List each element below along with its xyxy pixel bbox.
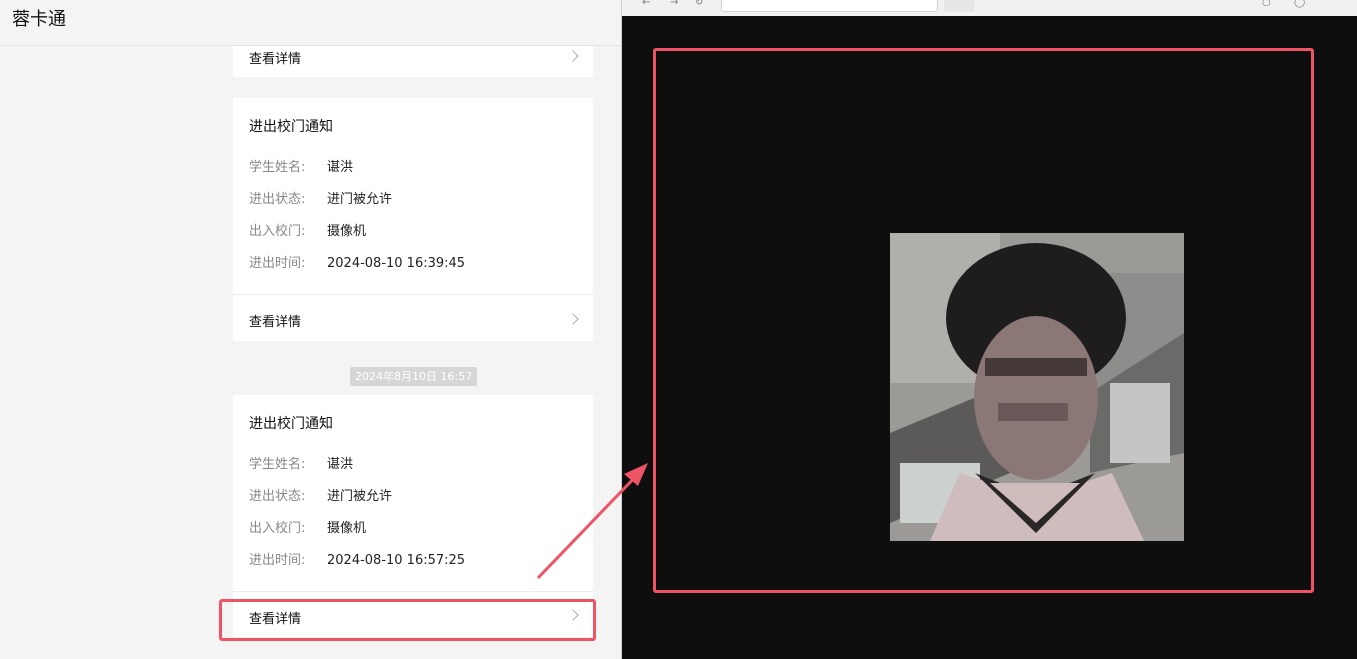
back-icon[interactable]: ← xyxy=(642,0,650,8)
snapshot-photo xyxy=(890,233,1184,541)
browser-toolbar: ← → ↻ ○ ◯ xyxy=(622,0,1357,16)
field-gate: 出入校门: 摄像机 xyxy=(249,224,367,239)
chevron-right-icon xyxy=(567,313,579,325)
card-title: 进出校门通知 xyxy=(249,416,333,432)
field-time: 进出时间: 2024-08-10 16:57:25 xyxy=(249,553,466,568)
field-status: 进出状态: 进门被允许 xyxy=(249,192,393,207)
divider xyxy=(233,591,593,592)
person-photo-image xyxy=(890,233,1184,541)
view-details-link[interactable]: 查看详情 xyxy=(249,311,301,330)
field-status: 进出状态: 进门被允许 xyxy=(249,489,393,504)
highlight-box-details xyxy=(219,599,596,641)
title-bar: 蓉卡通 xyxy=(0,0,621,46)
field-time: 进出时间: 2024-08-10 16:39:45 xyxy=(249,256,466,271)
chevron-right-icon xyxy=(567,50,579,62)
search-button[interactable] xyxy=(944,0,974,12)
info-icon[interactable]: ○ xyxy=(1262,0,1271,8)
message-timestamp: 2024年8月10日 16:57 xyxy=(350,367,478,386)
address-bar[interactable] xyxy=(721,0,938,12)
app-title: 蓉卡通 xyxy=(12,9,66,30)
field-gate: 出入校门: 摄像机 xyxy=(249,521,367,536)
notification-card-partial: 查看详情 xyxy=(233,46,593,77)
field-student-name: 学生姓名: 谌洪 xyxy=(249,457,354,472)
view-details-link[interactable]: 查看详情 xyxy=(249,48,301,67)
card-title: 进出校门通知 xyxy=(249,119,333,135)
field-student-name: 学生姓名: 谌洪 xyxy=(249,160,354,175)
globe-icon[interactable]: ◯ xyxy=(1294,0,1305,8)
forward-icon[interactable]: → xyxy=(670,0,678,8)
image-viewer-window: ← → ↻ ○ ◯ xyxy=(621,0,1357,659)
reload-icon[interactable]: ↻ xyxy=(695,0,703,8)
chat-pane: 蓉卡通 查看详情 进出校门通知 学生姓名: 谌洪 进出状态: 进门被允许 出入校门:… xyxy=(0,0,621,659)
divider xyxy=(233,294,593,295)
notification-card: 进出校门通知 学生姓名: 谌洪 进出状态: 进门被允许 出入校门: 摄像机 进出时间:… xyxy=(233,98,593,341)
